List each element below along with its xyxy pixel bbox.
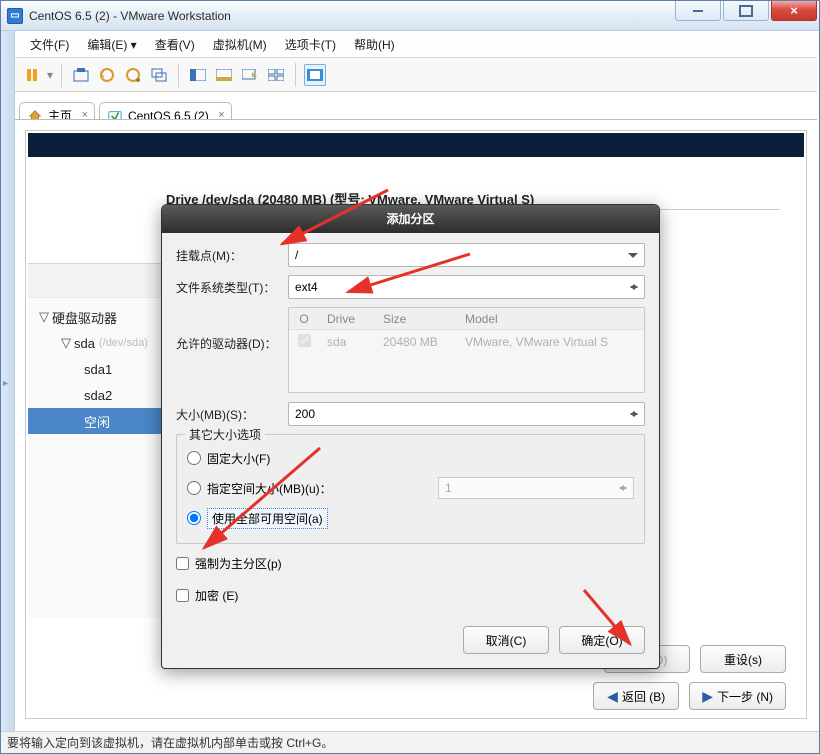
col-drive: Drive [319, 312, 375, 326]
size-options-legend: 其它大小选项 [185, 426, 265, 443]
menu-edit[interactable]: 编辑(E) ▾ [78, 32, 145, 57]
view-console-icon[interactable] [213, 64, 235, 86]
view-split-icon[interactable] [187, 64, 209, 86]
opt-all-row[interactable]: 使用全部可用空间(a) [187, 503, 634, 533]
view-multi-icon[interactable] [265, 64, 287, 86]
menu-file[interactable]: 文件(F) [21, 32, 78, 57]
cancel-button[interactable]: 取消(C) [463, 626, 549, 654]
size-options-fieldset: 其它大小选项 固定大小(F) 指定空间大小(MB)(u)： 1 使用全部可用空间… [176, 434, 645, 544]
opt-specify-value: 1 [438, 477, 634, 499]
opt-all-radio[interactable] [187, 511, 201, 525]
snapshot-icon[interactable] [70, 64, 92, 86]
col-model: Model [457, 312, 506, 326]
window-title: CentOS 6.5 (2) - VMware Workstation [29, 9, 231, 23]
menu-help[interactable]: 帮助(H) [345, 32, 404, 57]
opt-specify-row[interactable]: 指定空间大小(MB)(u)： 1 [187, 473, 634, 503]
add-partition-dialog: 添加分区 挂载点(M)： / 文件系统类型(T)： ext4 O Drive S… [161, 204, 660, 669]
wizard-actions: ◀返回 (B) ▶下一步 (N) [28, 676, 804, 716]
size-label: 大小(MB)(S)： [176, 406, 288, 423]
clone-icon[interactable] [148, 64, 170, 86]
fs-combo[interactable]: ext4 [288, 275, 645, 299]
menubar: 文件(F) 编辑(E) ▾ 查看(V) 虚拟机(M) 选项卡(T) 帮助(H) [15, 32, 817, 58]
force-primary-row[interactable]: 强制为主分区(p) [176, 550, 645, 576]
menu-view[interactable]: 查看(V) [146, 32, 204, 57]
drive-check [298, 334, 311, 347]
maximize-button[interactable] [723, 1, 769, 21]
table-row[interactable]: sda 20480 MB VMware, VMware Virtual S [289, 330, 644, 354]
statusbar: 要将输入定向到该虚拟机，请在虚拟机内部单击或按 Ctrl+G。 [1, 731, 819, 753]
app-icon: ▭ [7, 8, 23, 24]
mount-label: 挂载点(M)： [176, 247, 288, 264]
reset-button[interactable]: 重设(s) [700, 645, 786, 673]
minimize-button[interactable] [675, 1, 721, 21]
mount-combo[interactable]: / [288, 243, 645, 267]
size-input[interactable]: 200 [288, 402, 645, 426]
opt-fixed-row[interactable]: 固定大小(F) [187, 443, 634, 473]
encrypt-row[interactable]: 加密 (E) [176, 582, 645, 608]
fullscreen-icon[interactable] [304, 64, 326, 86]
allowed-label: 允许的驱动器(D)： [176, 335, 288, 352]
titlebar: ▭ CentOS 6.5 (2) - VMware Workstation × [1, 1, 819, 31]
left-toggle-bar[interactable]: ▸ [1, 31, 15, 753]
fs-label: 文件系统类型(T)： [176, 279, 288, 296]
menu-vm[interactable]: 虚拟机(M) [204, 32, 276, 57]
pause-icon[interactable] [21, 64, 43, 86]
next-button[interactable]: ▶下一步 (N) [689, 682, 786, 710]
col-size: Size [375, 312, 457, 326]
encrypt-check[interactable] [176, 589, 189, 602]
opt-specify-radio[interactable] [187, 481, 201, 495]
installer-topband [28, 133, 804, 157]
dialog-title: 添加分区 [162, 205, 659, 233]
menu-tabs[interactable]: 选项卡(T) [276, 32, 345, 57]
close-button[interactable]: × [771, 1, 817, 21]
back-button[interactable]: ◀返回 (B) [593, 682, 679, 710]
snapshot-manage-icon[interactable] [122, 64, 144, 86]
allowed-drives-table[interactable]: O Drive Size Model sda 20480 MB VMware, … [288, 307, 645, 393]
ok-button[interactable]: 确定(O) [559, 626, 645, 654]
snapshot-restore-icon[interactable] [96, 64, 118, 86]
opt-fixed-radio[interactable] [187, 451, 201, 465]
toolbar: ▾ [15, 58, 817, 92]
col-check: O [289, 312, 319, 326]
view-unity-icon[interactable] [239, 64, 261, 86]
force-primary-check[interactable] [176, 557, 189, 570]
